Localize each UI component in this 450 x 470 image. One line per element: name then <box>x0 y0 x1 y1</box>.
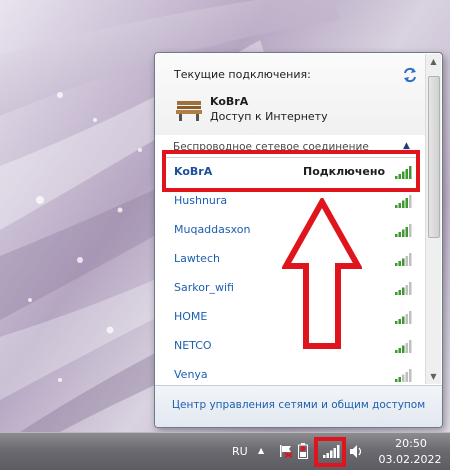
signal-strength-icon <box>395 224 412 237</box>
wifi-item-name: Muqaddasxon <box>174 223 251 236</box>
wifi-item-name: Venya <box>174 368 208 381</box>
signal-strength-icon <box>395 311 412 324</box>
signal-strength-icon <box>395 282 412 295</box>
wifi-item-name: Sarkor_wifi <box>174 281 234 294</box>
signal-strength-icon <box>395 195 412 208</box>
network-center-link[interactable]: Центр управления сетями и общим доступом <box>155 399 442 411</box>
language-indicator[interactable]: RU <box>232 445 248 458</box>
action-center-flag-icon[interactable] <box>279 444 293 458</box>
network-list-scrollbar[interactable]: ▲ ▼ <box>425 54 441 384</box>
wifi-item-name: HOME <box>174 310 208 323</box>
scroll-up-icon[interactable]: ▲ <box>426 54 441 69</box>
signal-strength-icon <box>395 253 412 266</box>
signal-strength-icon <box>395 369 412 382</box>
clock-date[interactable]: 03.02.2022 <box>376 453 444 466</box>
wifi-item-name: Hushnura <box>174 194 228 207</box>
annotation-tray-highlight-box <box>314 437 346 467</box>
current-network-name: KoBrA <box>210 95 249 108</box>
refresh-icon[interactable] <box>402 67 418 83</box>
current-connections-panel: Текущие подключения: KoBrA Доступ к Инте… <box>155 53 425 135</box>
current-network-status: Доступ к Интернету <box>210 110 328 123</box>
volume-icon[interactable] <box>350 445 364 458</box>
battery-icon[interactable] <box>298 443 308 459</box>
bench-icon <box>176 101 202 121</box>
annotation-highlight-box <box>162 150 420 192</box>
annotation-arrow-up <box>282 198 362 349</box>
taskbar: RU ▲ 20:50 03.02.2022 <box>0 432 450 470</box>
flyout-footer: Центр управления сетями и общим доступом <box>155 385 442 427</box>
clock-time[interactable]: 20:50 <box>386 437 436 450</box>
wifi-item-name: Lawtech <box>174 252 220 265</box>
scroll-thumb[interactable] <box>428 76 440 238</box>
wifi-item-name: NETCO <box>174 339 212 352</box>
signal-strength-icon <box>395 340 412 353</box>
show-hidden-icons-icon[interactable]: ▲ <box>258 446 264 455</box>
scroll-down-icon[interactable]: ▼ <box>426 369 441 384</box>
current-connections-title: Текущие подключения: <box>174 68 311 81</box>
